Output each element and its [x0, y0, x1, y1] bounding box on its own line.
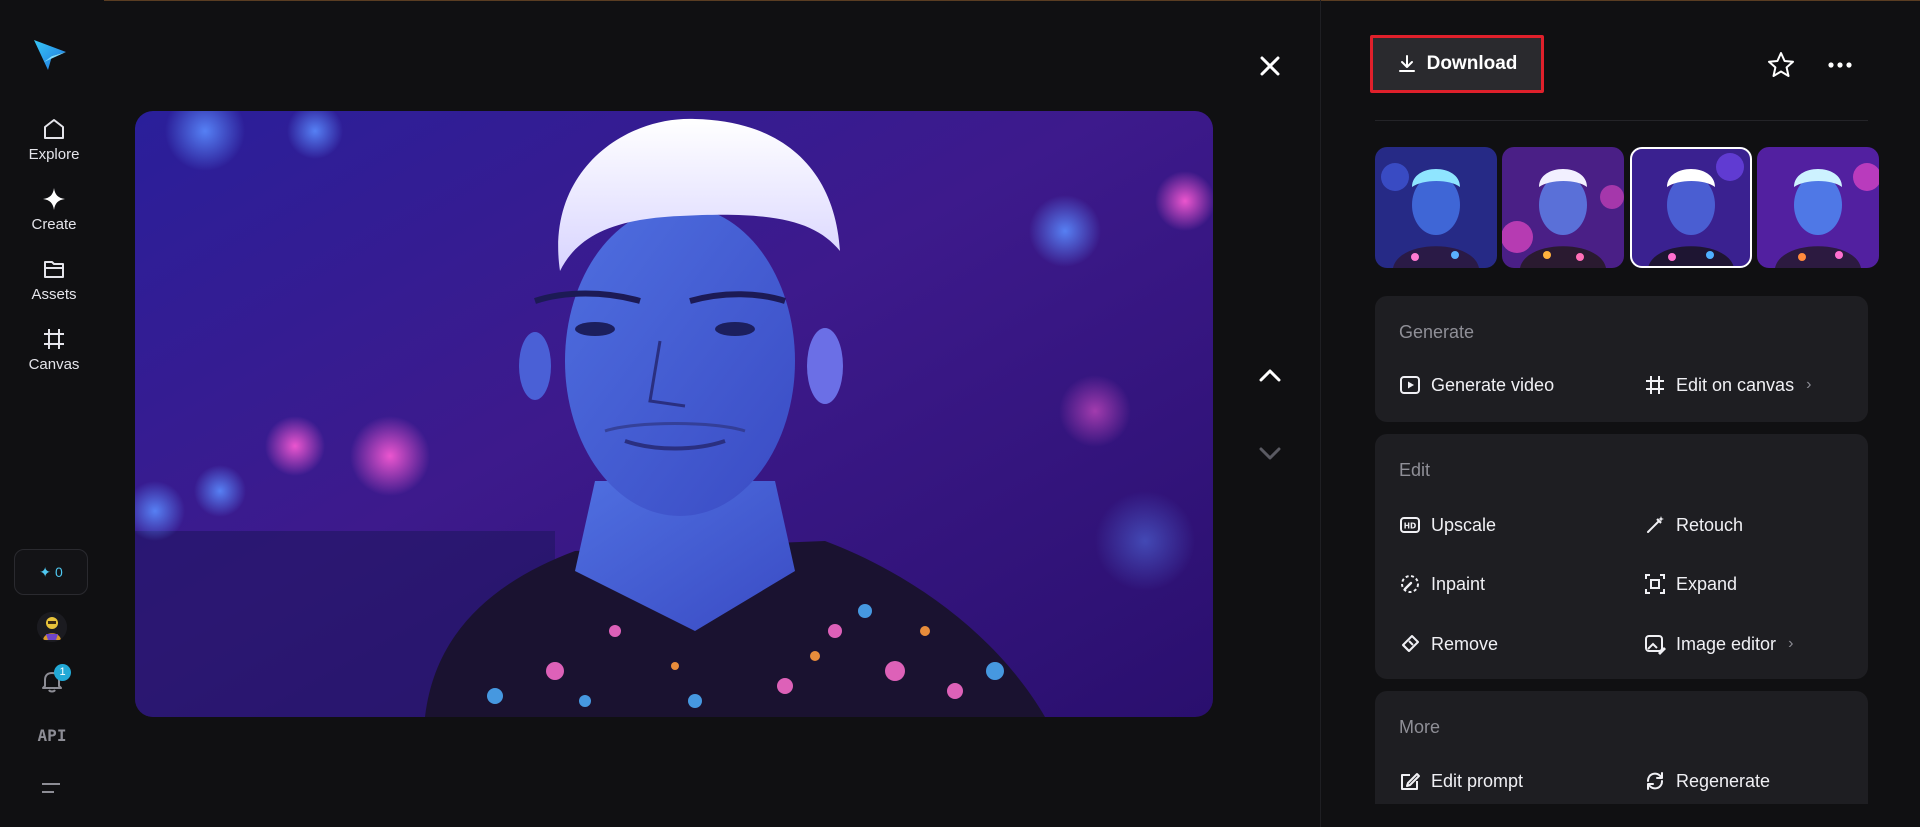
magic-wand-icon: [1647, 516, 1664, 533]
nav-explore-label: Explore: [28, 146, 80, 163]
nav-assets[interactable]: Assets: [8, 256, 100, 320]
edit-prompt-button[interactable]: Edit prompt: [1399, 770, 1523, 792]
action-label: Upscale: [1431, 514, 1497, 535]
sparkle-icon: ✦: [39, 563, 51, 580]
sidebar: Explore Create Assets Canvas ✦ 0 1 API: [0, 0, 104, 827]
panel-divider: [1320, 0, 1321, 827]
more-section: More Edit prompt Regenerate: [1375, 691, 1868, 804]
regenerate-button[interactable]: Regenerate: [1644, 770, 1770, 792]
chevron-right-icon: ›: [1806, 376, 1812, 393]
avatar[interactable]: [37, 612, 67, 642]
sparkle-icon: [43, 188, 65, 210]
image-editor-button[interactable]: Image editor ›: [1644, 633, 1793, 655]
hd-icon: HD: [1400, 517, 1420, 533]
inpaint-button[interactable]: Inpaint: [1399, 573, 1485, 595]
thumbnail-image: [1375, 147, 1497, 268]
chevron-right-icon: ›: [1788, 635, 1794, 652]
main-image[interactable]: [135, 111, 1213, 717]
generate-section: Generate Generate video Edit on canvas ›: [1375, 296, 1868, 422]
credits-count: 0: [54, 564, 63, 580]
nav-assets-label: Assets: [31, 286, 77, 303]
generate-video-button[interactable]: Generate video: [1399, 374, 1554, 396]
edit-prompt-icon: [1401, 773, 1420, 790]
thumbnail-image: [1757, 147, 1879, 268]
nav-create-label: Create: [31, 216, 77, 233]
nav-explore[interactable]: Explore: [8, 116, 100, 180]
expand-icon: [1645, 574, 1665, 594]
section-title: More: [1399, 717, 1441, 737]
portrait-image: [135, 111, 1213, 717]
remove-button[interactable]: Remove: [1399, 633, 1498, 655]
action-label: Edit on canvas: [1676, 374, 1795, 395]
top-border: [0, 0, 1920, 1]
credits-button[interactable]: ✦ 0: [14, 549, 88, 595]
action-label: Image editor: [1676, 633, 1777, 654]
edit-section: Edit HD Upscale Retouch Inpaint Expand R…: [1375, 434, 1868, 679]
thumbnail-4[interactable]: [1757, 147, 1879, 268]
canvas-icon: [44, 329, 64, 349]
api-link[interactable]: API: [30, 726, 74, 745]
action-label: Expand: [1676, 573, 1738, 594]
edit-on-canvas-button[interactable]: Edit on canvas ›: [1644, 374, 1811, 396]
more-options-icon[interactable]: [1824, 50, 1856, 80]
app-logo-icon[interactable]: [30, 34, 70, 74]
panel-header-divider: [1375, 120, 1868, 121]
next-arrow-icon[interactable]: [1254, 437, 1286, 469]
thumbnail-3[interactable]: [1630, 147, 1752, 268]
home-icon: [44, 119, 64, 139]
nav-canvas[interactable]: Canvas: [8, 326, 100, 390]
previous-arrow-icon[interactable]: [1254, 360, 1286, 392]
eraser-icon: [1402, 635, 1419, 652]
inpaint-icon: [1401, 575, 1419, 593]
star-icon[interactable]: [1766, 50, 1796, 80]
action-label: Edit prompt: [1431, 770, 1524, 791]
image-edit-icon: [1645, 635, 1666, 655]
action-label: Remove: [1431, 633, 1499, 654]
thumbnail-2[interactable]: [1502, 147, 1624, 268]
play-icon: [1400, 376, 1420, 394]
menu-icon[interactable]: [40, 780, 62, 796]
nav-canvas-label: Canvas: [28, 356, 80, 373]
close-icon[interactable]: [1254, 50, 1286, 82]
svg-text:HD: HD: [1404, 522, 1417, 531]
expand-button[interactable]: Expand: [1644, 573, 1737, 595]
nav-create[interactable]: Create: [8, 186, 100, 250]
download-button[interactable]: Download: [1370, 35, 1544, 93]
notification-badge: 1: [54, 664, 71, 681]
thumbnail-1[interactable]: [1375, 147, 1497, 268]
download-icon: [1398, 55, 1415, 72]
retouch-button[interactable]: Retouch: [1644, 514, 1743, 536]
download-label: Download: [1426, 53, 1518, 74]
action-label: Regenerate: [1676, 770, 1771, 791]
thumbnail-image: [1630, 147, 1752, 268]
action-label: Retouch: [1676, 514, 1744, 535]
canvas-icon: [1646, 376, 1664, 394]
section-title: Generate: [1399, 322, 1475, 342]
upscale-button[interactable]: HD Upscale: [1399, 514, 1496, 536]
regenerate-icon: [1647, 772, 1663, 790]
avatar-image: [37, 612, 67, 642]
action-label: Inpaint: [1431, 573, 1486, 594]
thumbnail-image: [1502, 147, 1624, 268]
action-label: Generate video: [1431, 374, 1555, 395]
section-title: Edit: [1399, 460, 1431, 480]
folder-icon: [44, 261, 64, 278]
